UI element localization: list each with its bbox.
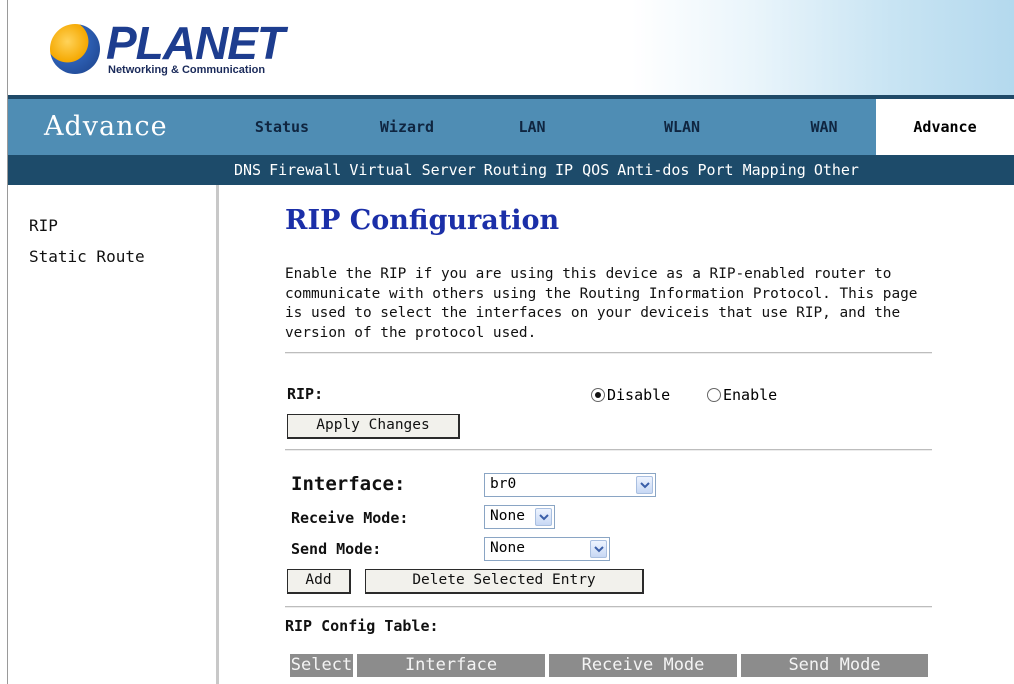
logo-wordmark: PLANET <box>106 17 285 69</box>
column-header-select: Select <box>290 654 353 677</box>
column-header-receive-mode: Receive Mode <box>549 654 737 677</box>
send-mode-value: None <box>490 540 525 556</box>
delete-selected-entry-button[interactable]: Delete Selected Entry <box>365 569 644 594</box>
tab-lan[interactable]: LAN <box>472 99 592 155</box>
interface-label: Interface: <box>291 473 406 495</box>
main-nav: Advance Status Wizard LAN WLAN WAN Advan… <box>8 99 1014 155</box>
receive-mode-label: Receive Mode: <box>291 509 409 527</box>
rip-enable-option[interactable]: Enable <box>707 386 777 404</box>
planet-logo: PLANET Networking & Communication <box>50 18 290 84</box>
section-title: Advance <box>44 111 168 142</box>
send-mode-label: Send Mode: <box>291 540 382 558</box>
radio-enable[interactable] <box>707 388 721 402</box>
radio-enable-label: Enable <box>723 386 778 404</box>
rip-disable-option[interactable]: Disable <box>591 386 670 404</box>
globe-icon <box>50 24 100 74</box>
rip-config-table-title: RIP Config Table: <box>285 617 439 635</box>
separator <box>285 449 932 451</box>
receive-mode-select[interactable]: None <box>484 505 555 529</box>
logo-tagline: Networking & Communication <box>108 64 266 76</box>
subnav-ip-qos[interactable]: IP QOS <box>555 161 609 179</box>
subnav-routing[interactable]: Routing <box>484 161 547 179</box>
subnav-other[interactable]: Other <box>814 161 859 179</box>
interface-value: br0 <box>490 476 517 492</box>
send-mode-select[interactable]: None <box>484 537 610 561</box>
radio-disable-label: Disable <box>607 386 671 404</box>
chevron-down-icon <box>636 476 653 494</box>
sidebar-item-rip[interactable]: RIP <box>29 216 58 235</box>
header-banner: PLANET Networking & Communication <box>8 0 1014 96</box>
subnav-anti-dos[interactable]: Anti-dos <box>617 161 689 179</box>
subnav-port-mapping[interactable]: Port Mapping <box>697 161 805 179</box>
page-title: RIP Configuration <box>285 205 560 236</box>
tab-advance[interactable]: Advance <box>876 99 1014 155</box>
tab-wizard[interactable]: Wizard <box>342 99 472 155</box>
tab-wlan[interactable]: WLAN <box>592 99 772 155</box>
subnav-firewall[interactable]: Firewall <box>269 161 341 179</box>
tab-wan[interactable]: WAN <box>772 99 876 155</box>
sidebar-divider <box>216 185 219 684</box>
subnav-virtual-server[interactable]: Virtual Server <box>349 161 475 179</box>
sidebar-item-static-route[interactable]: Static Route <box>29 247 145 266</box>
sub-nav: DNS Firewall Virtual Server Routing IP QOS An… <box>8 155 1014 185</box>
column-header-send-mode: Send Mode <box>741 654 928 677</box>
apply-changes-button[interactable]: Apply Changes <box>287 414 460 439</box>
subnav-dns[interactable]: DNS <box>234 161 261 179</box>
interface-select[interactable]: br0 <box>484 473 656 497</box>
column-header-interface: Interface <box>357 654 545 677</box>
receive-mode-value: None <box>490 508 525 524</box>
rip-label: RIP: <box>287 385 324 403</box>
separator <box>285 606 932 608</box>
tab-status[interactable]: Status <box>222 99 342 155</box>
chevron-down-icon <box>535 508 552 526</box>
sidebar: RIP Static Route <box>8 185 216 684</box>
radio-disable[interactable] <box>591 388 605 402</box>
add-button[interactable]: Add <box>287 569 351 594</box>
chevron-down-icon <box>590 540 607 558</box>
separator <box>285 352 932 354</box>
page-description: Enable the RIP if you are using this dev… <box>285 266 918 341</box>
